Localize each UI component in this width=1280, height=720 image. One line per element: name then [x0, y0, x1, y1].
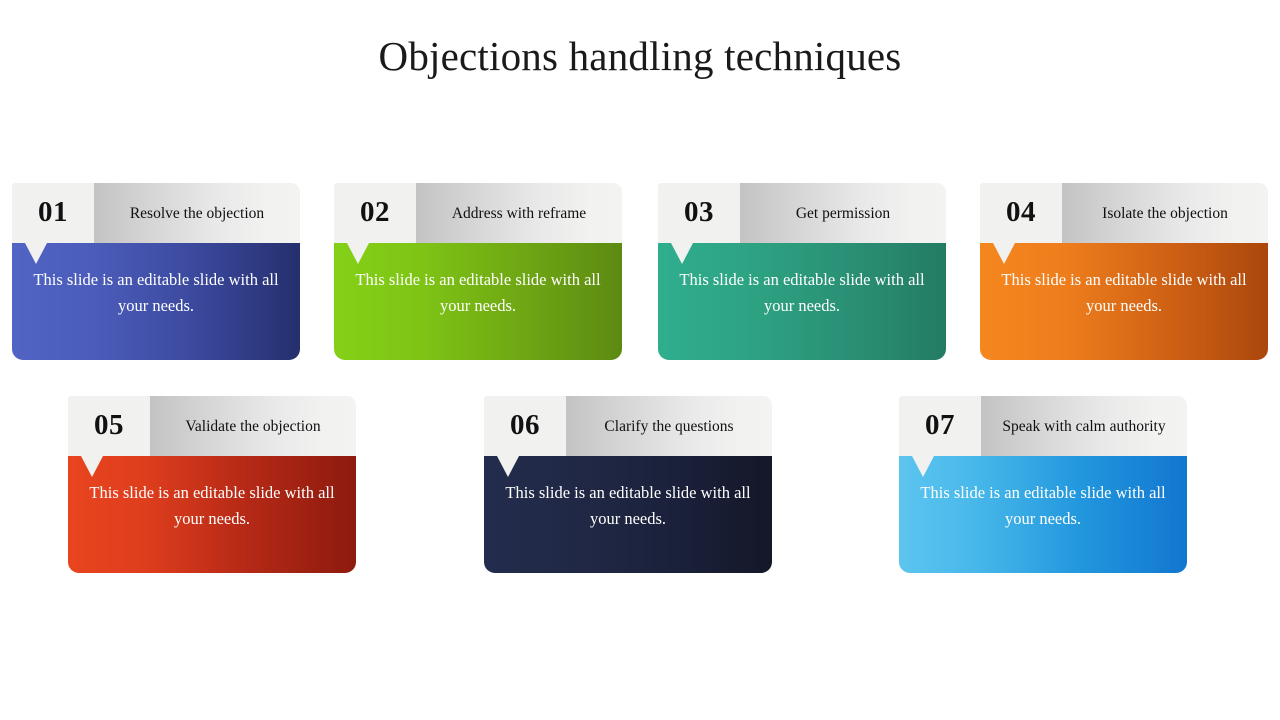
- card-02-body-text: This slide is an editable slide with all…: [355, 270, 601, 315]
- pointer-notch-icon: [993, 243, 1015, 264]
- card-06-body-text: This slide is an editable slide with all…: [505, 483, 751, 528]
- card-07-body-text: This slide is an editable slide with all…: [920, 483, 1166, 528]
- page-title: Objections handling techniques: [378, 33, 902, 79]
- card-03-number: 03: [658, 183, 740, 243]
- card-01-body-text: This slide is an editable slide with all…: [33, 270, 279, 315]
- card-04-heading: Isolate the objection: [1062, 183, 1268, 243]
- card-04-body-text: This slide is an editable slide with all…: [1001, 270, 1247, 315]
- card-03-heading: Get permission: [740, 183, 946, 243]
- card-05-heading: Validate the objection: [150, 396, 356, 456]
- card-04-header: 04 Isolate the objection: [980, 183, 1268, 243]
- card-04-number: 04: [980, 183, 1062, 243]
- card-03-header: 03 Get permission: [658, 183, 946, 243]
- card-05[interactable]: 05 Validate the objection This slide is …: [68, 396, 356, 573]
- card-01[interactable]: 01 Resolve the objection This slide is a…: [12, 183, 300, 360]
- pointer-notch-icon: [671, 243, 693, 264]
- card-05-body: This slide is an editable slide with all…: [68, 456, 356, 573]
- card-03[interactable]: 03 Get permission This slide is an edita…: [658, 183, 946, 360]
- pointer-notch-icon: [25, 243, 47, 264]
- card-05-header: 05 Validate the objection: [68, 396, 356, 456]
- card-06[interactable]: 06 Clarify the questions This slide is a…: [484, 396, 772, 573]
- card-06-header: 06 Clarify the questions: [484, 396, 772, 456]
- card-05-number: 05: [68, 396, 150, 456]
- pointer-notch-icon: [81, 456, 103, 477]
- card-02-body: This slide is an editable slide with all…: [334, 243, 622, 360]
- pointer-notch-icon: [912, 456, 934, 477]
- card-06-heading: Clarify the questions: [566, 396, 772, 456]
- card-02[interactable]: 02 Address with reframe This slide is an…: [334, 183, 622, 360]
- card-04[interactable]: 04 Isolate the objection This slide is a…: [980, 183, 1268, 360]
- slide-canvas: Objections handling techniques 01 Resolv…: [0, 0, 1280, 720]
- card-07-number: 07: [899, 396, 981, 456]
- card-03-body-text: This slide is an editable slide with all…: [679, 270, 925, 315]
- card-06-body: This slide is an editable slide with all…: [484, 456, 772, 573]
- card-05-body-text: This slide is an editable slide with all…: [89, 483, 335, 528]
- pointer-notch-icon: [497, 456, 519, 477]
- card-01-header: 01 Resolve the objection: [12, 183, 300, 243]
- card-06-number: 06: [484, 396, 566, 456]
- card-07-header: 07 Speak with calm authority: [899, 396, 1187, 456]
- card-01-body: This slide is an editable slide with all…: [12, 243, 300, 360]
- card-03-body: This slide is an editable slide with all…: [658, 243, 946, 360]
- card-07[interactable]: 07 Speak with calm authority This slide …: [899, 396, 1187, 573]
- card-07-heading: Speak with calm authority: [981, 396, 1187, 456]
- card-01-heading: Resolve the objection: [94, 183, 300, 243]
- card-04-body: This slide is an editable slide with all…: [980, 243, 1268, 360]
- card-02-heading: Address with reframe: [416, 183, 622, 243]
- card-02-header: 02 Address with reframe: [334, 183, 622, 243]
- card-01-number: 01: [12, 183, 94, 243]
- card-07-body: This slide is an editable slide with all…: [899, 456, 1187, 573]
- card-02-number: 02: [334, 183, 416, 243]
- pointer-notch-icon: [347, 243, 369, 264]
